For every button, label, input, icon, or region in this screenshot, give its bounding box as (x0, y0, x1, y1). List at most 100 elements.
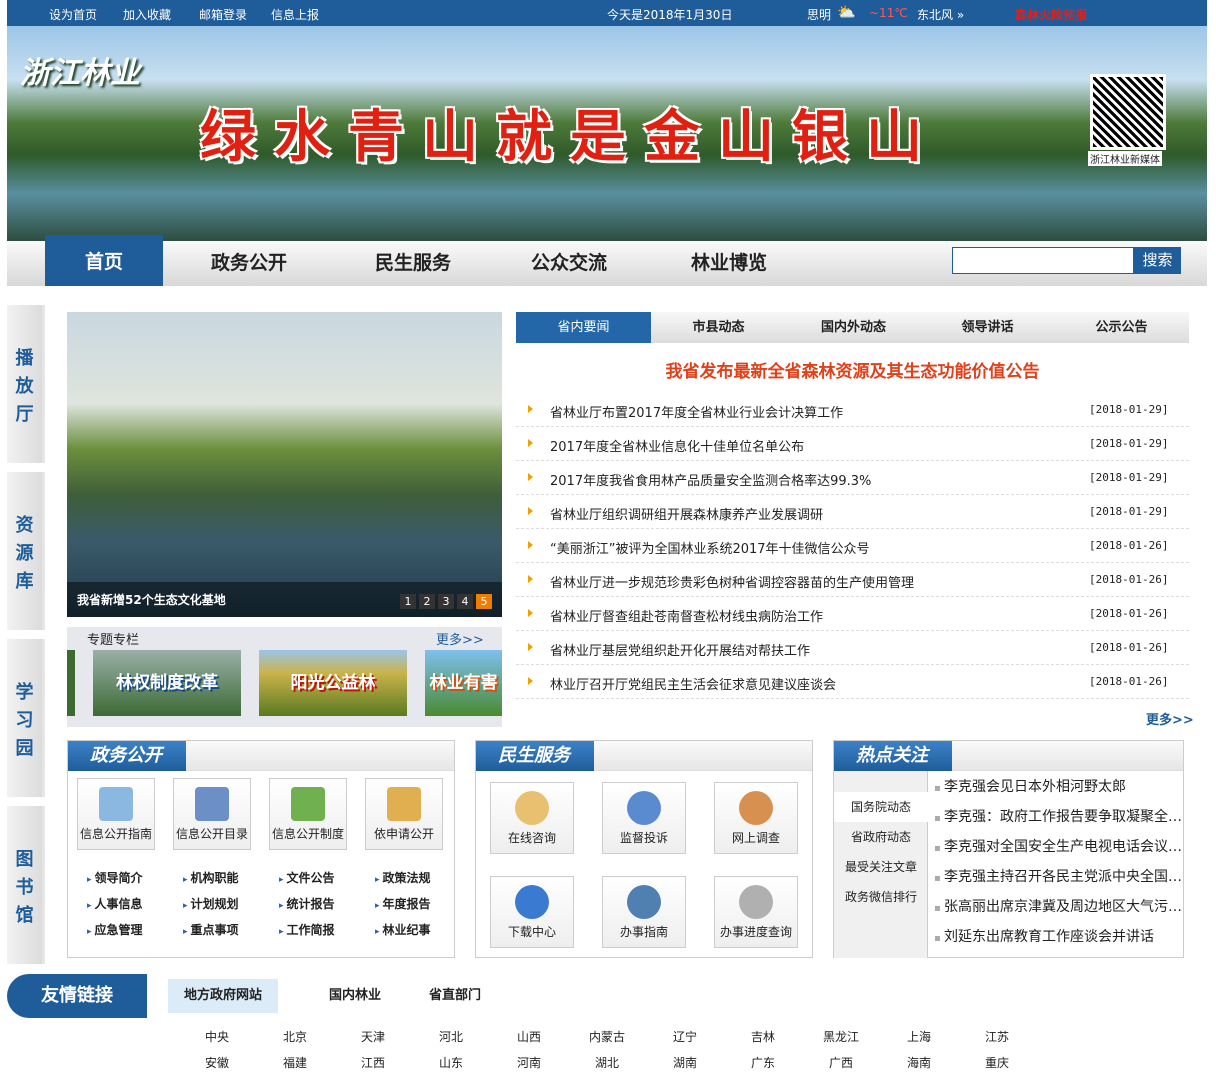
nav-public-service[interactable]: 民生服务 (354, 241, 472, 286)
hot-item[interactable]: 刘延东出席教育工作座谈会并讲话 (934, 926, 1182, 946)
hot-item[interactable]: 李克强会见日本外相河野太郎 (934, 776, 1182, 796)
city-link[interactable]: 中央 (192, 1028, 242, 1045)
gov-button[interactable]: 依申请公开 (365, 778, 443, 850)
hot-tab[interactable]: 省政府动态 (834, 822, 928, 852)
city-link[interactable]: 广东 (738, 1054, 788, 1071)
service-button[interactable]: 办事进度查询 (714, 876, 798, 948)
gov-sub-link[interactable]: 文件公告 (279, 869, 335, 886)
city-link[interactable]: 河南 (504, 1054, 554, 1071)
side-tab-library[interactable]: 图书馆 (7, 806, 45, 964)
slideshow-image[interactable] (67, 312, 502, 617)
news-item[interactable]: 2017年度全省林业信息化十佳单位名单公布 [2018-01-29] (516, 427, 1189, 461)
news-title[interactable]: “美丽浙江”被评为全国林业系统2017年十佳微信公众号 (550, 538, 870, 557)
hot-item[interactable]: 李克强主持召开各民主党派中央全国工商联座谈会 (934, 866, 1182, 886)
gov-sub-link[interactable]: 人事信息 (87, 895, 143, 912)
city-link[interactable]: 山东 (426, 1054, 476, 1071)
search-button[interactable]: 搜索 (1134, 247, 1181, 274)
set-homepage-link[interactable]: 设为首页 (49, 6, 97, 23)
gov-sub-link[interactable]: 应急管理 (87, 921, 143, 938)
slide-page-1[interactable]: 1 (400, 594, 416, 609)
hot-tab[interactable]: 最受关注文章 (834, 852, 928, 882)
tab-provincial-depts[interactable]: 省直部门 (413, 979, 497, 1013)
news-item[interactable]: 省林业厅组织调研组开展森林康养产业发展调研 [2018-01-29] (516, 495, 1189, 529)
hot-tab[interactable]: 政务微信排行 (834, 882, 928, 912)
service-button[interactable]: 在线咨询 (490, 782, 574, 854)
news-item[interactable]: 省林业厅布置2017年度全省林业行业会计决算工作 [2018-01-29] (516, 393, 1189, 427)
weather-wind[interactable]: 东北风 » (917, 6, 964, 23)
city-link[interactable]: 海南 (894, 1054, 944, 1071)
site-logo[interactable]: 浙江林业 (20, 48, 140, 92)
gov-sub-link[interactable]: 计划规划 (183, 895, 239, 912)
news-item[interactable]: 省林业厅进一步规范珍贵彩色树种省调控容器苗的生产使用管理 [2018-01-26] (516, 563, 1189, 597)
news-title[interactable]: 省林业厅基层党组织赴开化开展结对帮扶工作 (550, 640, 810, 659)
city-link[interactable]: 吉林 (738, 1028, 788, 1045)
city-link[interactable]: 江苏 (972, 1028, 1022, 1045)
topic-forest-reform[interactable]: 林权制度改革 (93, 650, 241, 716)
search-input[interactable] (952, 247, 1134, 274)
tab-domestic-forestry[interactable]: 国内林业 (313, 979, 397, 1013)
city-link[interactable]: 江西 (348, 1054, 398, 1071)
city-link[interactable]: 湖北 (582, 1054, 632, 1071)
fire-alert-link[interactable]: 森林火险预报 (1015, 6, 1087, 23)
gov-sub-link[interactable]: 重点事项 (183, 921, 239, 938)
service-button[interactable]: 监督投诉 (602, 782, 686, 854)
gov-button[interactable]: 信息公开制度 (269, 778, 347, 850)
gov-sub-link[interactable]: 工作简报 (279, 921, 335, 938)
city-link[interactable]: 黑龙江 (816, 1028, 866, 1045)
topic-pest[interactable]: 林业有害 (425, 650, 502, 716)
city-link[interactable]: 安徽 (192, 1054, 242, 1071)
news-more-link[interactable]: 更多>> (1146, 709, 1194, 728)
gov-sub-link[interactable]: 领导简介 (87, 869, 143, 886)
news-title[interactable]: 省林业厅布置2017年度全省林业行业会计决算工作 (550, 402, 843, 421)
gov-sub-link[interactable]: 统计报告 (279, 895, 335, 912)
tab-world-news[interactable]: 国内外动态 (786, 312, 921, 343)
city-link[interactable]: 湖南 (660, 1054, 710, 1071)
topic-image-partial[interactable] (67, 650, 75, 716)
city-link[interactable]: 河北 (426, 1028, 476, 1045)
news-title[interactable]: 省林业厅督查组赴苍南督查松材线虫病防治工作 (550, 606, 823, 625)
hot-item[interactable]: 张高丽出席京津冀及周边地区大气污染防治会议 (934, 896, 1182, 916)
gov-sub-link[interactable]: 政策法规 (375, 869, 431, 886)
city-link[interactable]: 辽宁 (660, 1028, 710, 1045)
topics-more-link[interactable]: 更多>> (436, 629, 484, 648)
slide-page-4[interactable]: 4 (457, 594, 473, 609)
tab-leader-speech[interactable]: 领导讲话 (920, 312, 1055, 343)
report-info-link[interactable]: 信息上报 (271, 6, 319, 23)
city-link[interactable]: 内蒙古 (582, 1028, 632, 1045)
city-link[interactable]: 重庆 (972, 1054, 1022, 1071)
city-link[interactable]: 广西 (816, 1054, 866, 1071)
news-item[interactable]: 省林业厅基层党组织赴开化开展结对帮扶工作 [2018-01-26] (516, 631, 1189, 665)
service-button[interactable]: 网上调查 (714, 782, 798, 854)
tab-announcements[interactable]: 公示公告 (1054, 312, 1189, 343)
city-link[interactable]: 上海 (894, 1028, 944, 1045)
topic-public-forest[interactable]: 阳光公益林 (259, 650, 407, 716)
tab-provincial-news[interactable]: 省内要闻 (516, 312, 651, 343)
side-tab-learning[interactable]: 学习园 (7, 639, 45, 797)
gov-button[interactable]: 信息公开目录 (173, 778, 251, 850)
hot-tab[interactable]: 国务院动态 (834, 792, 928, 822)
service-button[interactable]: 下载中心 (490, 876, 574, 948)
service-button[interactable]: 办事指南 (602, 876, 686, 948)
nav-gov-affairs[interactable]: 政务公开 (190, 241, 308, 286)
slide-page-5[interactable]: 5 (476, 594, 492, 609)
news-title[interactable]: 省林业厅进一步规范珍贵彩色树种省调控容器苗的生产使用管理 (550, 572, 914, 591)
news-item[interactable]: 省林业厅督查组赴苍南督查松材线虫病防治工作 [2018-01-26] (516, 597, 1189, 631)
gov-sub-link[interactable]: 机构职能 (183, 869, 239, 886)
side-tab-resources[interactable]: 资源库 (7, 472, 45, 630)
news-item[interactable]: “美丽浙江”被评为全国林业系统2017年十佳微信公众号 [2018-01-26] (516, 529, 1189, 563)
add-favorite-link[interactable]: 加入收藏 (123, 6, 171, 23)
news-headline[interactable]: 我省发布最新全省森林资源及其生态功能价值公告 (516, 357, 1189, 382)
news-title[interactable]: 2017年度我省食用林产品质量安全监测合格率达99.3% (550, 470, 871, 489)
news-item[interactable]: 林业厅召开厅党组民主生活会征求意见建议座谈会 [2018-01-26] (516, 665, 1189, 699)
city-link[interactable]: 天津 (348, 1028, 398, 1045)
city-link[interactable]: 山西 (504, 1028, 554, 1045)
tab-local-gov[interactable]: 地方政府网站 (168, 979, 279, 1013)
city-link[interactable]: 福建 (270, 1054, 320, 1071)
nav-home[interactable]: 首页 (45, 235, 163, 286)
news-title[interactable]: 林业厅召开厅党组民主生活会征求意见建议座谈会 (550, 674, 836, 693)
slide-page-2[interactable]: 2 (419, 594, 435, 609)
gov-sub-link[interactable]: 年度报告 (375, 895, 431, 912)
nav-forestry-expo[interactable]: 林业博览 (670, 241, 788, 286)
slideshow-caption[interactable]: 我省新增52个生态文化基地 (77, 591, 226, 608)
tab-city-news[interactable]: 市县动态 (651, 312, 786, 343)
